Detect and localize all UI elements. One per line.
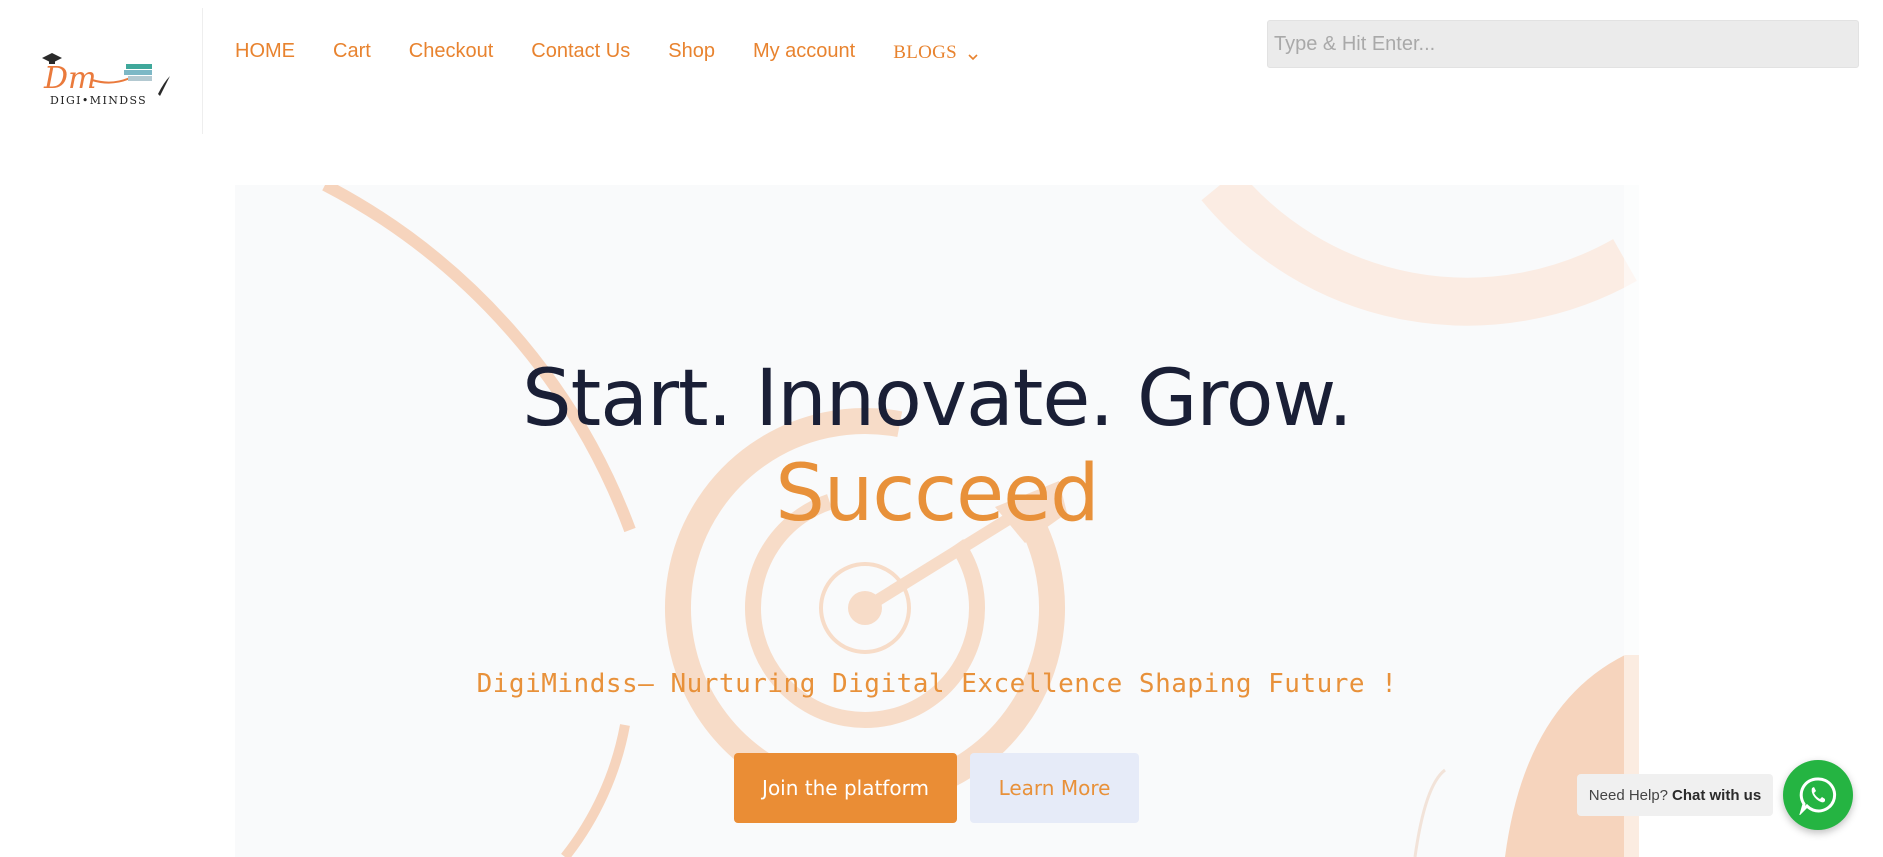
- hero-tagline: DigiMindss— Nurturing Digital Excellence…: [476, 669, 1398, 699]
- site-header: Dm DIGI•MINDSS HOME Cart Checkout Contac…: [0, 0, 1883, 135]
- join-platform-button[interactable]: Join the platform: [734, 753, 957, 823]
- nav-item-home[interactable]: HOME: [235, 40, 295, 63]
- chat-help-action: Chat with us: [1672, 786, 1762, 804]
- hero-title-accent: Succeed: [775, 449, 1099, 539]
- nav-item-my-account[interactable]: My account: [753, 40, 855, 63]
- nav-item-contact-us[interactable]: Contact Us: [531, 40, 630, 63]
- svg-text:Dm: Dm: [43, 61, 97, 96]
- nav-item-checkout[interactable]: Checkout: [409, 40, 494, 63]
- svg-text:DIGI•MINDSS: DIGI•MINDSS: [50, 94, 147, 107]
- nav-item-shop[interactable]: Shop: [668, 40, 715, 63]
- learn-more-button[interactable]: Learn More: [970, 753, 1139, 823]
- whatsapp-icon: [1799, 777, 1837, 815]
- chevron-down-icon: [967, 47, 979, 60]
- header-divider: [202, 8, 203, 134]
- nav-item-blogs-label: BLOGS: [893, 41, 958, 63]
- nav-item-cart[interactable]: Cart: [333, 40, 371, 63]
- main-nav: HOME Cart Checkout Contact Us Shop My ac…: [235, 36, 979, 66]
- hero-title: Start. Innovate. Grow.: [522, 354, 1353, 444]
- logo-icon: Dm DIGI•MINDSS: [42, 53, 170, 107]
- whatsapp-chat-button[interactable]: [1783, 760, 1853, 830]
- chat-help-prefix: Need Help?: [1588, 786, 1669, 804]
- site-logo[interactable]: Dm DIGI•MINDSS: [40, 48, 172, 116]
- nav-item-blogs[interactable]: BLOGS: [893, 42, 979, 64]
- search-input[interactable]: [1267, 20, 1859, 68]
- hero-section: Start. Innovate. Grow. Succeed DigiMinds…: [235, 185, 1639, 857]
- chat-help-box[interactable]: Need Help? Chat with us: [1577, 774, 1773, 816]
